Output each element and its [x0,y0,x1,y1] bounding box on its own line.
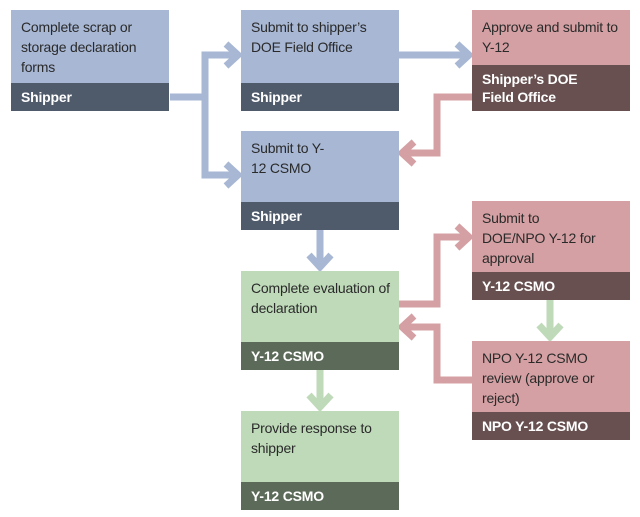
step-text: Submit to shipper’s DOE Field Office [241,10,399,83]
step-submit-field-office: Submit to shipper’s DOE Field Office Shi… [241,10,399,111]
step-text: Submit to Y-12 CSMO [241,131,399,202]
step-actor: Y-12 CSMO [241,482,399,510]
step-actor: Shipper [11,83,169,111]
step-approve-submit: Approve and submit to Y-12 Shipper’s DOE… [472,10,630,111]
step-text: Submit to DOE/NPO Y-12 for approval [472,201,630,272]
step-complete-forms: Complete scrap or storage declaration fo… [11,10,169,111]
step-actor: Shipper’s DOE Field Office [472,65,630,111]
step-text: Approve and submit to Y-12 [472,10,630,65]
step-npo-review: NPO Y-12 CSMO review (approve or reject)… [472,341,630,440]
step-actor: Y-12 CSMO [241,342,399,370]
arrow-1-to-4 [201,97,236,179]
step-actor: Y-12 CSMO [472,272,630,300]
step-text: Complete scrap or storage declaration fo… [11,10,169,83]
arrow-6-to-5 [399,233,466,308]
step-provide-response: Provide response to shipper Y-12 CSMO [241,411,399,510]
step-actor: NPO Y-12 CSMO [472,412,630,440]
step-evaluation: Complete evaluation of declaration Y-12 … [241,271,399,370]
step-text: Provide response to shipper [241,411,399,482]
step-text: NPO Y-12 CSMO review (approve or reject) [472,341,630,412]
step-actor: Shipper [241,202,399,230]
step-actor: Shipper [241,83,399,111]
step-text: Complete evaluation of declaration [241,271,399,342]
step-submit-csmo: Submit to Y-12 CSMO Shipper [241,131,399,230]
step-submit-npo: Submit to DOE/NPO Y-12 for approval Y-12… [472,201,630,300]
